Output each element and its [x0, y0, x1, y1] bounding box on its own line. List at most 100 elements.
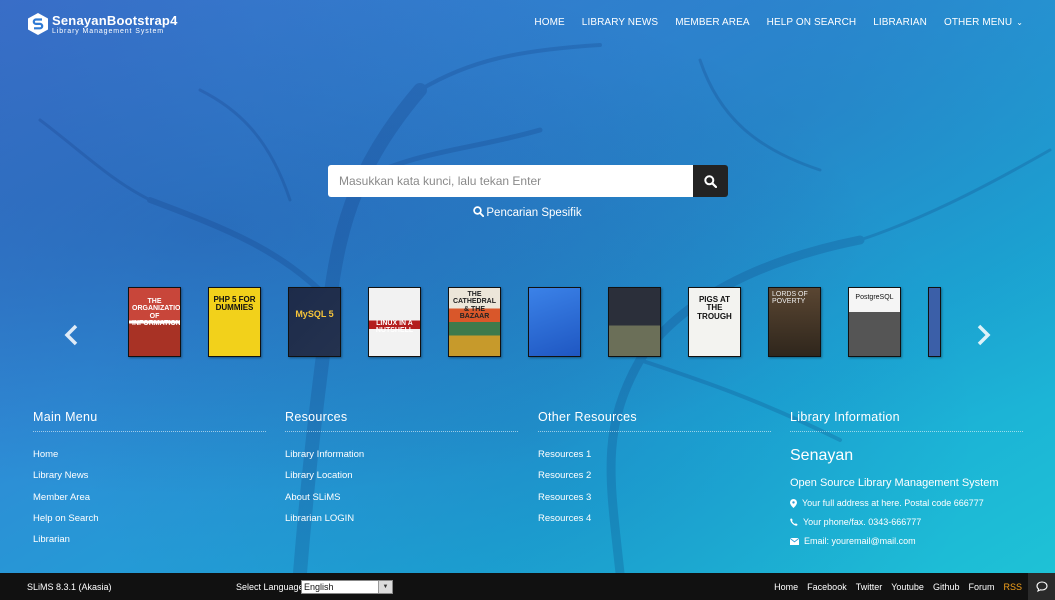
- library-email-text: Email: youremail@mail.com: [804, 536, 916, 546]
- language-select[interactable]: English ▼: [301, 580, 393, 594]
- book-cover-art: [609, 288, 660, 356]
- chevron-left-icon: [64, 324, 78, 346]
- search-button[interactable]: [693, 165, 728, 197]
- footer-main-menu-title: Main Menu: [33, 410, 266, 432]
- book-cover[interactable]: PostgreSQL: [848, 287, 901, 357]
- book-title: PHP 5 FOR DUMMIES: [213, 295, 256, 313]
- book-cover-art: [929, 288, 940, 356]
- chevron-right-icon: [977, 324, 991, 346]
- footer-library-information: Library Information Senayan Open Source …: [790, 410, 1023, 546]
- book-cover[interactable]: THE CATHEDRAL & THE BAZAAR: [448, 287, 501, 357]
- book-cover-art: [529, 288, 580, 356]
- brand-name-part-b: Bootstrap4: [106, 12, 178, 28]
- navbar: SenayanBootstrap4 Library Management Sys…: [0, 0, 1055, 46]
- nav-help-on-search[interactable]: HELP ON SEARCH: [767, 17, 857, 28]
- nav-library-news[interactable]: LIBRARY NEWS: [582, 17, 658, 28]
- library-address: Your full address at here. Postal code 6…: [790, 498, 1023, 508]
- footer-link-resources-3[interactable]: Resources 3: [538, 492, 771, 513]
- language-label: Select Language: [236, 582, 304, 592]
- footer-link-resources-4[interactable]: Resources 4: [538, 513, 771, 534]
- advanced-search-label: Pencarian Spesifik: [486, 207, 582, 219]
- book-title: LINUX IN A NUTSHELL: [375, 320, 414, 335]
- slims-logo-icon: [28, 13, 48, 35]
- book-title: PostgreSQL: [855, 294, 894, 301]
- book-title: LORDS OF POVERTY: [772, 291, 808, 306]
- book-cover[interactable]: THE ORGANIZATION OF INFORMATION: [128, 287, 181, 357]
- footer-link-home[interactable]: Home: [33, 449, 266, 470]
- footer-link-member-area[interactable]: Member Area: [33, 492, 266, 513]
- library-description: Open Source Library Management System: [790, 477, 999, 489]
- search-input[interactable]: [328, 165, 693, 197]
- bottom-link-forum[interactable]: Forum: [968, 582, 994, 592]
- footer-other-resources: Other Resources Resources 1 Resources 2 …: [538, 410, 771, 534]
- bottom-link-github[interactable]: Github: [933, 582, 960, 592]
- brand-tagline: Library Management System: [52, 27, 164, 35]
- nav-home[interactable]: HOME: [534, 17, 564, 28]
- bottom-link-home[interactable]: Home: [774, 582, 798, 592]
- footer-main-menu: Main Menu Home Library News Member Area …: [33, 410, 266, 555]
- chat-button[interactable]: [1028, 573, 1055, 600]
- version-label: SLiMS 8.3.1 (Akasia): [27, 582, 112, 592]
- footer-link-library-information[interactable]: Library Information: [285, 449, 518, 470]
- nav-librarian[interactable]: LIBRARIAN: [873, 17, 927, 28]
- book-cover[interactable]: [608, 287, 661, 357]
- footer-library-information-title: Library Information: [790, 410, 1023, 432]
- bottom-link-twitter[interactable]: Twitter: [856, 582, 883, 592]
- footer-link-library-news[interactable]: Library News: [33, 470, 266, 491]
- book-title: THE CATHEDRAL & THE BAZAAR: [452, 291, 497, 321]
- book-cover[interactable]: LORDS OF POVERTY: [768, 287, 821, 357]
- nav-other-menu[interactable]: OTHER MENU ⌄: [944, 17, 1023, 28]
- nav-other-menu-label: OTHER MENU: [943, 17, 1013, 28]
- footer-link-help-on-search[interactable]: Help on Search: [33, 513, 266, 534]
- brand-name: SenayanBootstrap4: [52, 14, 178, 27]
- dropdown-arrow-icon: ▼: [378, 581, 392, 593]
- bottom-link-rss[interactable]: RSS: [1003, 582, 1022, 592]
- brand-name-part-a: Senayan: [52, 12, 107, 28]
- library-address-text: Your full address at here. Postal code 6…: [802, 498, 984, 508]
- footer-resources: Resources Library Information Library Lo…: [285, 410, 518, 534]
- footer-resources-list: Library Information Library Location Abo…: [285, 449, 518, 534]
- bottom-bar: SLiMS 8.3.1 (Akasia) Select Language Eng…: [0, 573, 1055, 600]
- book-cover[interactable]: [928, 287, 941, 357]
- footer-link-resources-1[interactable]: Resources 1: [538, 449, 771, 470]
- book-cover-art: [289, 288, 340, 356]
- book-cover[interactable]: PIGS AT THE TROUGH: [688, 287, 741, 357]
- brand-logo-link[interactable]: SenayanBootstrap4 Library Management Sys…: [28, 13, 178, 35]
- phone-icon: [790, 518, 798, 526]
- chat-bubble-icon: [1035, 581, 1048, 592]
- book-title: MySQL 5: [295, 309, 334, 319]
- footer-link-librarian-login[interactable]: Librarian LOGIN: [285, 513, 518, 534]
- search-icon: [704, 174, 717, 188]
- footer-link-library-location[interactable]: Library Location: [285, 470, 518, 491]
- search-icon: [473, 206, 485, 218]
- book-cover[interactable]: MySQL 5: [288, 287, 341, 357]
- envelope-icon: [790, 537, 799, 545]
- footer-link-librarian[interactable]: Librarian: [33, 534, 266, 555]
- bottom-links: Home Facebook Twitter Youtube Github For…: [765, 582, 1022, 592]
- chevron-down-icon: ⌄: [1016, 18, 1023, 27]
- carousel-prev-button[interactable]: [62, 322, 82, 348]
- footer-link-about-slims[interactable]: About SLiMS: [285, 492, 518, 513]
- brand-text: SenayanBootstrap4 Library Management Sys…: [52, 14, 178, 35]
- footer-resources-title: Resources: [285, 410, 518, 432]
- book-cover[interactable]: LINUX IN A NUTSHELL: [368, 287, 421, 357]
- search-bar: [328, 165, 728, 197]
- advanced-search-link[interactable]: Pencarian Spesifik: [0, 206, 1055, 219]
- library-name: Senayan: [790, 447, 854, 464]
- map-marker-icon: [790, 498, 797, 508]
- book-cover[interactable]: [528, 287, 581, 357]
- footer-other-resources-list: Resources 1 Resources 2 Resources 3 Reso…: [538, 449, 771, 534]
- nav-menu: HOME LIBRARY NEWS MEMBER AREA HELP ON SE…: [517, 17, 1023, 28]
- book-title: THE ORGANIZATION OF INFORMATION: [132, 298, 181, 328]
- language-selected-value: English: [304, 582, 334, 592]
- library-email: Email: youremail@mail.com: [790, 536, 1023, 546]
- carousel-next-button[interactable]: [973, 322, 993, 348]
- book-cover[interactable]: PHP 5 FOR DUMMIES: [208, 287, 261, 357]
- footer-other-resources-title: Other Resources: [538, 410, 771, 432]
- footer-link-resources-2[interactable]: Resources 2: [538, 470, 771, 491]
- library-phone: Your phone/fax. 0343-666777: [790, 517, 1023, 527]
- nav-member-area[interactable]: MEMBER AREA: [675, 17, 749, 28]
- bottom-link-facebook[interactable]: Facebook: [807, 582, 847, 592]
- bottom-link-youtube[interactable]: Youtube: [891, 582, 924, 592]
- footer-main-menu-list: Home Library News Member Area Help on Se…: [33, 449, 266, 555]
